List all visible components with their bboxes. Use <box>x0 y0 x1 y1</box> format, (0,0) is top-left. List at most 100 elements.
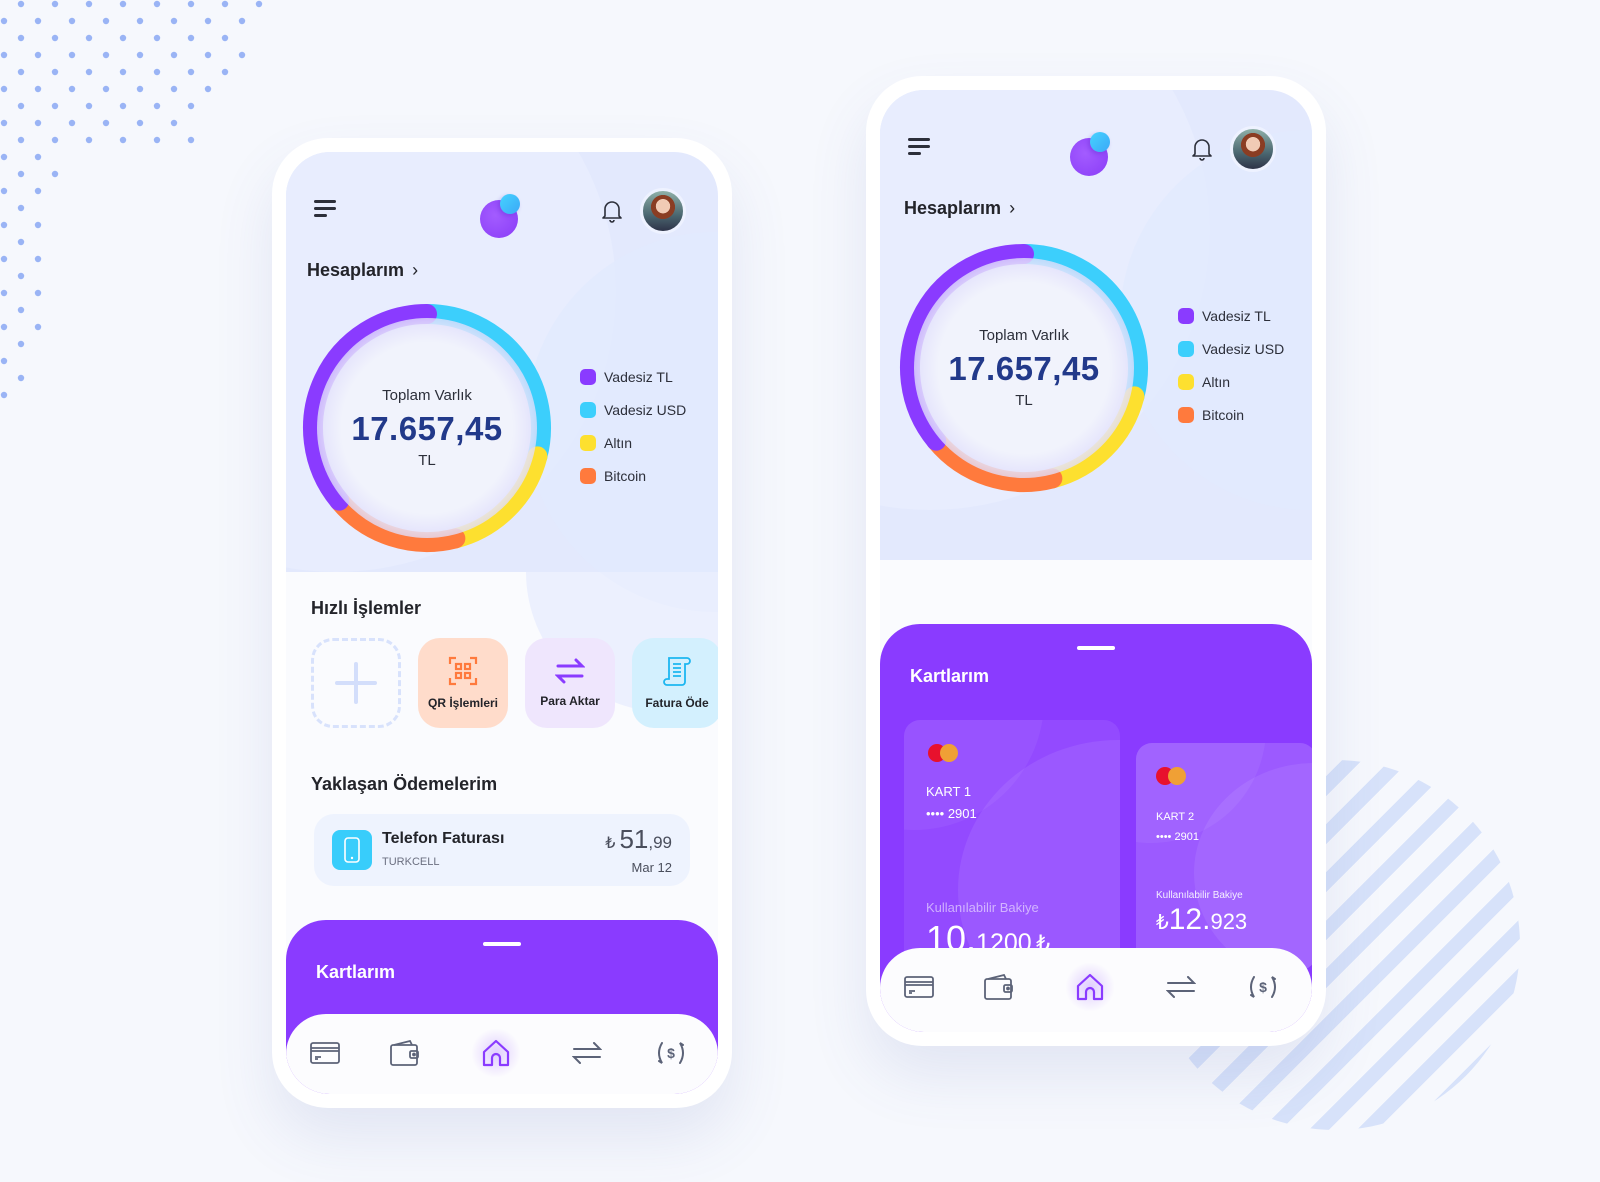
transfer-icon <box>1166 976 1196 998</box>
phone-cards-screen: Hesaplarım › Toplam Varlık 17.657,45 TL … <box>866 76 1326 1046</box>
pattern-dot <box>0 85 8 93</box>
qa-label: Fatura Öde <box>645 696 709 710</box>
pattern-dot <box>153 68 161 76</box>
hamburger-menu-icon[interactable] <box>314 200 338 218</box>
pattern-dot <box>51 170 59 178</box>
pattern-dot <box>153 0 161 8</box>
currency-exchange-icon: $ <box>658 1042 684 1064</box>
pattern-dot <box>0 153 8 161</box>
pattern-dot <box>0 119 8 127</box>
card-name: KART 2 <box>1156 811 1195 823</box>
app-logo <box>480 194 522 238</box>
pattern-dot <box>51 34 59 42</box>
mastercard-logo <box>1156 767 1188 785</box>
upcoming-payment-item[interactable]: Telefon Faturası TURKCELL ₺ 51,99 Mar 12 <box>314 814 690 886</box>
pattern-dot <box>85 34 93 42</box>
tab-exchange[interactable]: $ <box>1246 970 1280 1004</box>
card-name: KART 1 <box>926 784 972 799</box>
amount-dec: ,99 <box>648 833 672 852</box>
sheet-drag-handle[interactable] <box>1077 646 1115 650</box>
pattern-dot <box>119 136 127 144</box>
legend-label: Vadesiz USD <box>604 402 687 418</box>
tab-cards[interactable] <box>902 970 936 1004</box>
pattern-dot <box>238 51 246 59</box>
bill-icon <box>663 657 691 686</box>
chart-legend: Vadesiz TL Vadesiz USD Altın Bitcoin <box>580 368 686 485</box>
pattern-dot <box>85 0 93 8</box>
pattern-dot <box>34 323 42 331</box>
pattern-dot <box>136 85 144 93</box>
tab-home[interactable] <box>1065 962 1115 1012</box>
legend-label: Vadesiz TL <box>604 369 673 385</box>
accounts-link[interactable]: Hesaplarım › <box>307 260 418 281</box>
legend-item-altin: Altın <box>580 434 686 452</box>
credit-card-icon <box>310 1042 340 1064</box>
pattern-dot <box>238 17 246 25</box>
pattern-dot <box>34 255 42 263</box>
tab-wallet[interactable] <box>388 1036 422 1070</box>
pattern-dot <box>34 221 42 229</box>
sheet-drag-handle[interactable] <box>483 942 521 946</box>
pattern-dot <box>0 221 8 229</box>
tab-home[interactable] <box>471 1028 521 1078</box>
pattern-dot <box>68 119 76 127</box>
pattern-dot <box>85 102 93 110</box>
pattern-dot <box>51 68 59 76</box>
card-kart-2[interactable]: KART 2 •••• 2901 Kullanılabilir Bakiye ₺… <box>1136 743 1312 970</box>
pattern-dot <box>102 17 110 25</box>
tab-wallet[interactable] <box>982 970 1016 1004</box>
pattern-dot <box>17 306 25 314</box>
tab-cards[interactable] <box>308 1036 342 1070</box>
tab-transfer[interactable] <box>570 1036 604 1070</box>
legend-label: Altın <box>604 435 633 451</box>
balance-int: 12. <box>1168 903 1211 936</box>
total-assets-label: Toplam Varlık <box>382 387 472 404</box>
hamburger-menu-icon[interactable] <box>908 138 932 156</box>
pattern-dot <box>187 136 195 144</box>
pattern-dot <box>17 136 25 144</box>
pattern-dot <box>102 85 110 93</box>
qr-actions-button[interactable]: QR İşlemleri <box>418 638 508 728</box>
phone-home-screen: Hesaplarım › Toplam Varlık 17.657,45 TL … <box>272 138 732 1108</box>
cards-sheet-title: Kartlarım <box>316 962 396 982</box>
credit-card-icon <box>904 976 934 998</box>
pattern-dot <box>102 51 110 59</box>
wallet-icon <box>390 1040 419 1066</box>
legend-swatch <box>1178 308 1194 324</box>
pattern-dot <box>34 51 42 59</box>
bottom-tab-bar: $ <box>286 1014 718 1094</box>
legend-label: Altın <box>1202 374 1231 390</box>
plus-icon <box>335 662 377 704</box>
bell-icon[interactable] <box>600 198 624 224</box>
accounts-link-label: Hesaplarım <box>307 260 405 280</box>
pattern-dot <box>187 34 195 42</box>
pattern-dot <box>34 187 42 195</box>
balance-label: Kullanılabilir Bakiye <box>926 900 1039 915</box>
pattern-dot <box>0 357 8 365</box>
pattern-dot <box>0 289 8 297</box>
payment-date: Mar 12 <box>631 860 672 875</box>
user-avatar[interactable] <box>1230 126 1276 172</box>
pattern-dot <box>51 0 59 8</box>
svg-text:$: $ <box>667 1045 675 1061</box>
pay-bill-button[interactable]: Fatura Öde <box>632 638 718 728</box>
pattern-dot <box>204 17 212 25</box>
chevron-right-icon: › <box>1009 198 1016 218</box>
pattern-dot <box>68 51 76 59</box>
tab-exchange[interactable]: $ <box>654 1036 688 1070</box>
bell-icon[interactable] <box>1190 136 1214 162</box>
user-avatar[interactable] <box>640 188 686 234</box>
add-quick-action-button[interactable] <box>311 638 401 728</box>
transfer-money-button[interactable]: Para Aktar <box>525 638 615 728</box>
cards-sheet-title: Kartlarım <box>910 666 990 686</box>
pattern-dot <box>85 136 93 144</box>
bottom-tab-bar: $ <box>880 948 1312 1032</box>
tab-transfer[interactable] <box>1164 970 1198 1004</box>
pattern-dot <box>17 68 25 76</box>
legend-swatch <box>1178 341 1194 357</box>
accounts-link[interactable]: Hesaplarım › <box>904 198 1015 219</box>
pattern-dot <box>136 17 144 25</box>
legend-item-bitcoin: Bitcoin <box>1178 406 1284 424</box>
legend-label: Bitcoin <box>604 468 647 484</box>
pattern-dot <box>0 323 8 331</box>
